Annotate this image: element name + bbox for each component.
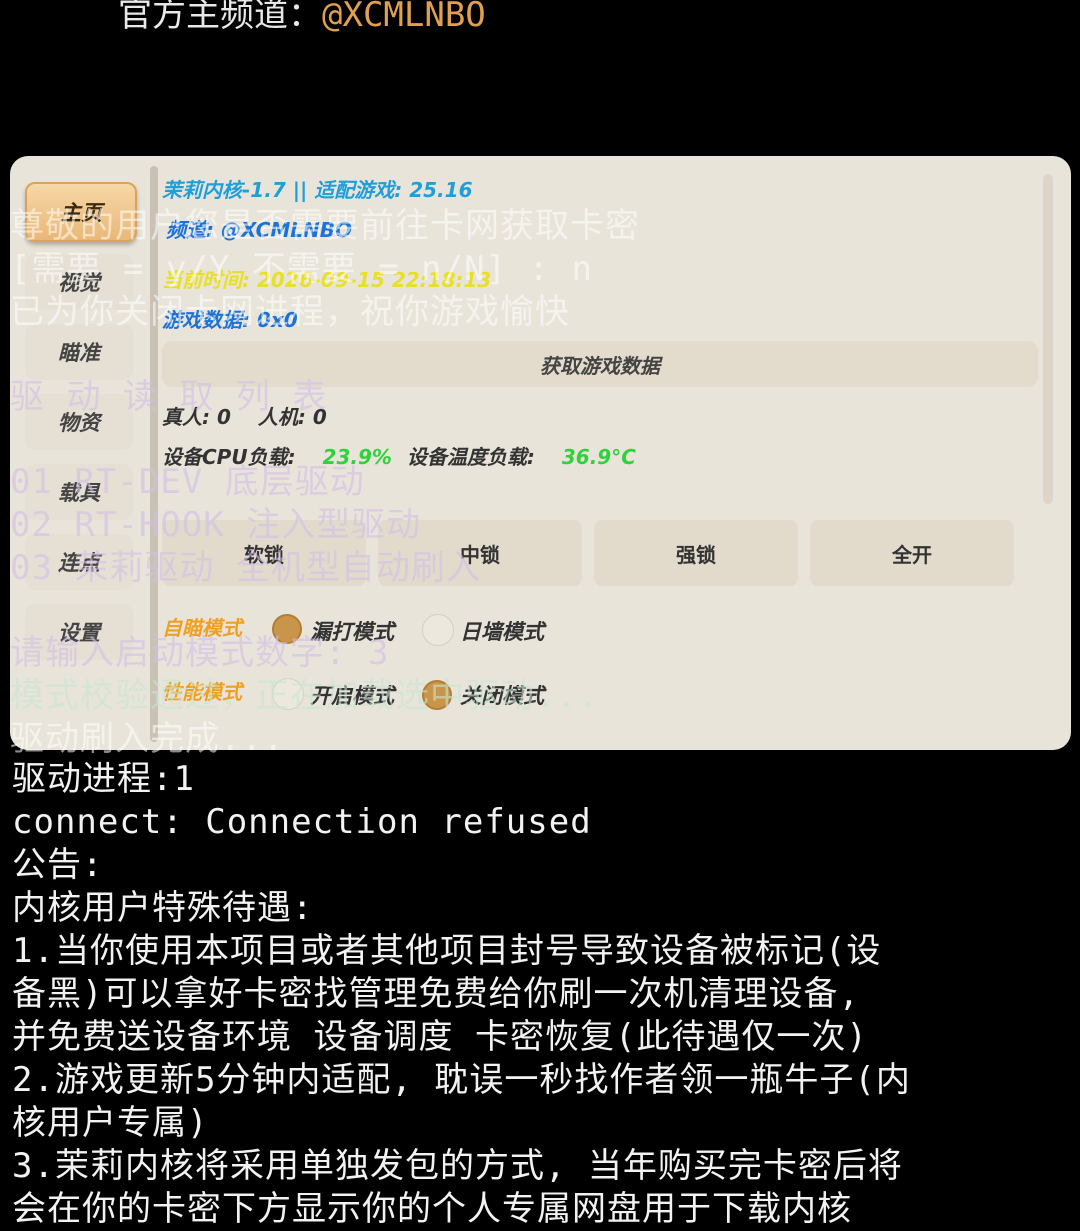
strong-lock-label: 强锁 (676, 542, 716, 567)
full-open-label: 全开 (892, 542, 932, 567)
sidebar-divider (150, 166, 158, 742)
sidebar: 主页 视觉 瞄准 物资 载具 连点 设置 (10, 156, 150, 750)
fetch-game-data-label: 获取游戏数据 (540, 353, 660, 378)
sidebar-item-home[interactable]: 主页 (25, 182, 137, 242)
bot-label: 人机: (257, 405, 306, 429)
device-stats: 设备CPU负载: 23.9% 设备温度负载: 36.9°C (162, 441, 636, 470)
sidebar-item-aim[interactable]: 瞄准 (25, 324, 133, 380)
medium-lock-button[interactable]: 中锁 (378, 520, 582, 586)
temp-label: 设备温度负载: (406, 445, 535, 469)
terminal-line: 3.茉莉内核将采用单独发包的方式, 当年购买完卡密后将 (12, 1146, 903, 1186)
sidebar-item-label: 设置 (58, 621, 100, 645)
cpu-value: 23.9% (322, 445, 392, 469)
cpu-label: 设备CPU负载: (162, 445, 296, 469)
terminal-line: 会在你的卡密下方显示你的个人专属网盘用于下载内核 (12, 1189, 852, 1229)
terminal-line: 并免费送设备环境 设备调度 卡密恢复(此待遇仅一次) (12, 1017, 868, 1057)
channel-prefix: 官方主频道： (118, 0, 322, 35)
current-time: 当前时间: 2026-09-15 22:18:13 (162, 268, 492, 292)
sidebar-item-vehicle[interactable]: 载具 (25, 464, 133, 520)
sidebar-item-label: 主页 (60, 201, 102, 225)
perf-mode-option2-label: 关闭模式 (460, 684, 544, 708)
terminal-line: 内核用户特殊待遇: (12, 888, 314, 928)
real-player-value: 0 (216, 405, 231, 429)
aim-mode-option1-label: 漏打模式 (310, 620, 394, 644)
game-data: 游戏数据: 0x0 (162, 308, 298, 332)
sidebar-item-settings[interactable]: 设置 (25, 604, 133, 660)
kernel-version: 茉莉内核-1.7 || 适配游戏: 25.16 (162, 178, 473, 202)
medium-lock-label: 中锁 (460, 542, 500, 567)
sidebar-item-label: 物资 (58, 411, 100, 435)
temp-value: 36.9°C (561, 445, 636, 469)
aim-mode-label: 自瞄模式 (162, 616, 242, 640)
aim-mode-option2-label: 日墙模式 (460, 620, 544, 644)
perf-mode-label: 性能模式 (162, 680, 242, 704)
soft-lock-label: 软锁 (244, 542, 284, 567)
sidebar-item-label: 载具 (58, 481, 100, 505)
home-content: 茉莉内核-1.7 || 适配游戏: 25.16 频道: @XCMLNBO 当前时… (160, 156, 1041, 750)
mod-menu-panel: 主页 视觉 瞄准 物资 载具 连点 设置 茉莉内核-1.7 || 适配游戏: 2… (10, 156, 1071, 750)
bot-value: 0 (312, 405, 327, 429)
real-player-label: 真人: (162, 405, 210, 429)
player-counts: 真人: 0 人机: 0 (162, 401, 327, 430)
strong-lock-button[interactable]: 强锁 (594, 520, 798, 586)
channel-handle: @XCMLNBO (322, 0, 486, 35)
sidebar-item-label: 连点 (58, 551, 100, 575)
perf-mode-option1-radio[interactable] (272, 678, 304, 710)
perf-mode-option2-radio[interactable] (422, 680, 452, 710)
sidebar-item-autoclick[interactable]: 连点 (25, 534, 133, 590)
full-open-button[interactable]: 全开 (810, 520, 1014, 586)
terminal-line: 核用户专属) (12, 1103, 209, 1143)
sidebar-item-label: 瞄准 (58, 341, 100, 365)
aim-mode-option1-radio[interactable] (272, 614, 302, 644)
terminal-line: 公告: (12, 845, 104, 885)
sidebar-item-supplies[interactable]: 物资 (25, 394, 133, 450)
channel-banner: 官方主频道：@XCMLNBO (118, 0, 486, 37)
terminal-line: 2.游戏更新5分钟内适配, 耽误一秒找作者领一瓶牛子(内 (12, 1060, 911, 1100)
fetch-game-data-button[interactable]: 获取游戏数据 (162, 341, 1038, 387)
channel-info: 频道: @XCMLNBO (166, 218, 352, 242)
sidebar-item-visual[interactable]: 视觉 (25, 254, 133, 310)
aim-mode-option2-radio[interactable] (422, 614, 454, 646)
terminal-line: connect: Connection refused (12, 802, 592, 842)
soft-lock-button[interactable]: 软锁 (162, 520, 366, 586)
scrollbar[interactable] (1043, 174, 1053, 504)
terminal-line: 驱动进程:1 (12, 759, 195, 799)
sidebar-item-label: 视觉 (58, 271, 100, 295)
terminal-line: 1.当你使用本项目或者其他项目封号导致设备被标记(设 (12, 931, 882, 971)
terminal-line: 备黑)可以拿好卡密找管理免费给你刷一次机清理设备, (12, 974, 860, 1014)
perf-mode-option1-label: 开启模式 (310, 684, 394, 708)
